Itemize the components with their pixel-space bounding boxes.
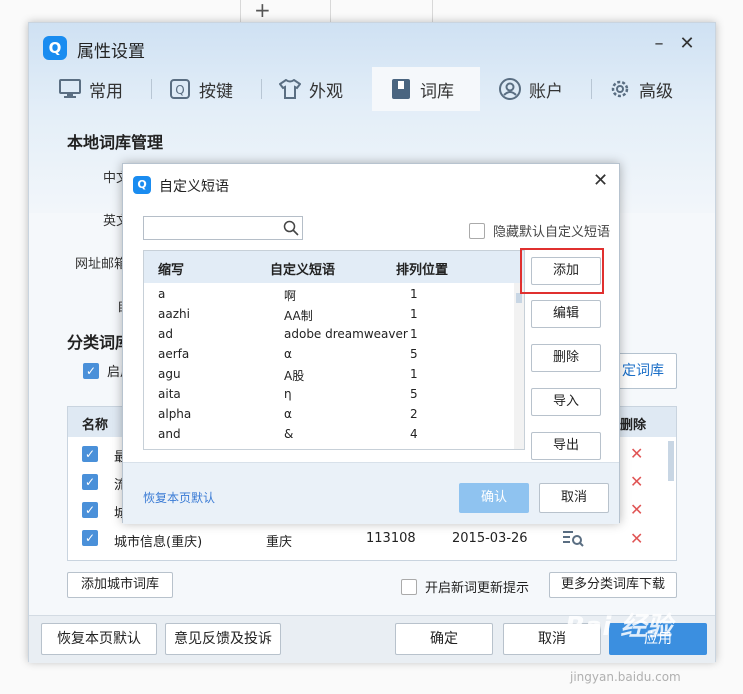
label-url-email: 网址邮箱 (75, 257, 128, 272)
col-phrase: 自定义短语 (270, 263, 336, 278)
tab-common[interactable]: 常用 (59, 67, 123, 111)
hide-default-checkbox[interactable]: 隐藏默认自定义短语 (469, 221, 610, 240)
tab-label: 词库 (420, 81, 454, 102)
tab-dictionary[interactable]: 词库 (372, 67, 480, 111)
tab-label: 账户 (529, 81, 563, 102)
dialog-title: 自定义短语 (159, 179, 229, 195)
phrase-list: 缩写 自定义短语 排列位置 a啊1 aazhi AA制 1 ad adobe drea… (143, 250, 525, 450)
list-item[interactable]: and & 4 (144, 425, 514, 445)
checkbox-unchecked[interactable] (469, 222, 485, 239)
tab-bar: 常用 Q 按键 外观 词库 账户 高级 (29, 67, 715, 111)
restore-default-link[interactable]: 恢复本页默认 (143, 489, 215, 506)
list-scrollbar[interactable] (514, 283, 524, 449)
close-button[interactable]: ✕ (677, 33, 697, 54)
row-date: 2015-03-26 (452, 531, 528, 546)
tab-label: 常用 (89, 81, 123, 102)
header-delete: 删除 (620, 418, 647, 433)
checkbox-unchecked[interactable] (401, 578, 417, 595)
list-item[interactable]: aazhi AA制 1 (144, 305, 514, 325)
minimize-button[interactable]: – (649, 33, 669, 54)
tab-appearance[interactable]: 外观 (279, 67, 343, 111)
col-position: 排列位置 (396, 263, 449, 278)
list-item[interactable]: aerfa α 5 (144, 345, 514, 365)
list-item[interactable]: aita η 5 (144, 385, 514, 405)
phrase-search-input[interactable] (143, 216, 303, 240)
edit-phrase-button[interactable]: 编辑 (531, 300, 601, 328)
list-header: 缩写 自定义短语 排列位置 (144, 251, 524, 283)
dialog-close-button[interactable]: ✕ (593, 170, 608, 191)
tab-divider (591, 79, 592, 99)
tab-label: 外观 (309, 81, 343, 102)
tab-account[interactable]: 账户 (499, 67, 563, 111)
local-dict-title: 本地词库管理 (67, 133, 164, 152)
import-button[interactable]: 导入 (531, 388, 601, 416)
row-checkbox[interactable]: ✓ (82, 446, 98, 462)
search-icon[interactable] (283, 220, 299, 240)
dialog-footer: 恢复本页默认 确认 取消 (123, 462, 619, 524)
book-icon (390, 78, 412, 100)
list-item[interactable]: A中1 (144, 445, 514, 449)
restore-default-button[interactable]: 恢复本页默认 (41, 623, 157, 655)
svg-text:Q: Q (175, 83, 184, 97)
delete-icon[interactable]: ✕ (630, 500, 643, 519)
checkbox-checked[interactable]: ✓ (83, 362, 99, 379)
monitor-icon (59, 78, 81, 100)
shirt-icon (279, 78, 301, 100)
tab-keys[interactable]: Q 按键 (169, 67, 233, 111)
watermark-logo: Bai 经验 (565, 612, 673, 642)
header-name: 名称 (82, 418, 109, 433)
scrollbar[interactable] (668, 441, 674, 481)
add-phrase-button[interactable]: 添加 (531, 257, 601, 285)
dialog-ok-button[interactable]: 确认 (459, 483, 529, 513)
dialog-cancel-button[interactable]: 取消 (539, 483, 609, 513)
view-list-icon[interactable] (562, 529, 584, 551)
custom-phrase-dialog: Q 自定义短语 ✕ 隐藏默认自定义短语 缩写 自定义短语 排列位置 a啊1 aa… (122, 163, 620, 524)
delete-icon[interactable]: ✕ (630, 444, 643, 463)
tab-label: 高级 (639, 81, 673, 102)
confirm-button[interactable]: 确定 (395, 623, 493, 655)
row-region: 重庆 (266, 535, 293, 550)
col-abbr: 缩写 (158, 263, 185, 278)
more-download-button[interactable]: 更多分类词库下载 (549, 572, 677, 598)
app-logo-icon: Q (133, 176, 151, 194)
row-checkbox[interactable]: ✓ (82, 530, 98, 546)
feedback-button[interactable]: 意见反馈及投诉 (165, 623, 281, 655)
tab-label: 按键 (199, 81, 233, 102)
delete-phrase-button[interactable]: 删除 (531, 344, 601, 372)
tab-divider (151, 79, 152, 99)
list-item[interactable]: a啊1 (144, 285, 514, 305)
row-count: 113108 (366, 531, 416, 546)
user-icon (499, 78, 521, 100)
new-word-hint-checkbox[interactable]: 开启新词更新提示 (401, 577, 529, 596)
key-icon: Q (169, 78, 191, 100)
tab-advanced[interactable]: 高级 (609, 67, 673, 111)
add-tab-icon[interactable]: + (254, 0, 271, 22)
watermark-url: jingyan.baidu.com (570, 670, 681, 684)
gear-icon (609, 78, 631, 100)
export-button[interactable]: 导出 (531, 432, 601, 460)
table-row: ✓ 城市信息(重庆) 重庆 113108 2015-03-26 ✕ (68, 525, 676, 553)
list-item[interactable]: alpha α 2 (144, 405, 514, 425)
window-title: 属性设置 (77, 42, 145, 62)
list-item[interactable]: agu A股 1 (144, 365, 514, 385)
app-logo-icon: Q (43, 36, 67, 60)
row-name: 城市信息(重庆) (114, 535, 203, 550)
scroll-thumb[interactable] (516, 293, 522, 303)
delete-icon[interactable]: ✕ (630, 529, 643, 548)
row-checkbox[interactable]: ✓ (82, 474, 98, 490)
add-city-dict-button[interactable]: 添加城市词库 (67, 572, 173, 598)
new-word-hint-label: 开启新词更新提示 (425, 581, 530, 596)
row-checkbox[interactable]: ✓ (82, 502, 98, 518)
hide-default-label: 隐藏默认自定义短语 (493, 225, 611, 240)
tab-divider (261, 79, 262, 99)
list-item[interactable]: ad adobe dreamweaver 1 (144, 325, 514, 345)
delete-icon[interactable]: ✕ (630, 472, 643, 491)
